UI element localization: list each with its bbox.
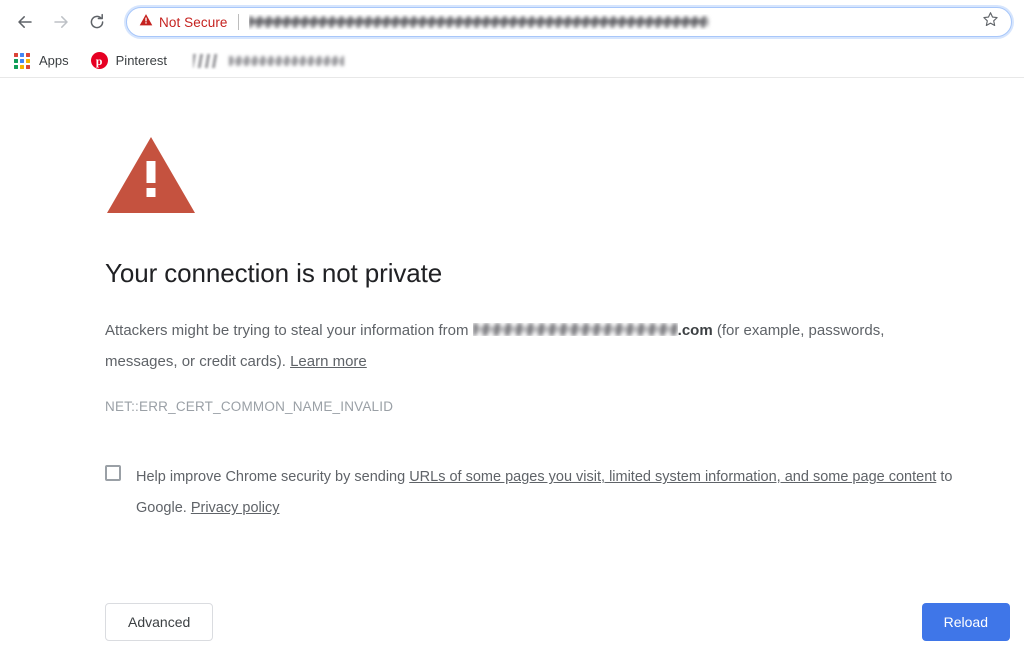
hostname-redacted: [472, 323, 678, 337]
favicon-redacted: [192, 53, 219, 68]
security-status[interactable]: Not Secure: [139, 13, 228, 32]
ssl-interstitial: Your connection is not private Attackers…: [105, 135, 980, 524]
error-description-lead: Attackers might be trying to steal your …: [105, 322, 473, 340]
bookmark-redacted[interactable]: [189, 49, 357, 73]
learn-more-link[interactable]: Learn more: [290, 353, 367, 370]
redaction-blur: [248, 16, 709, 28]
pinterest-icon: p: [90, 52, 108, 69]
page-content: Your connection is not private Attackers…: [0, 78, 1024, 662]
bookmark-apps[interactable]: Apps: [14, 49, 77, 73]
optin-prefix: Help improve Chrome security by sending: [136, 469, 410, 486]
error-code: NET::ERR_CERT_COMMON_NAME_INVALID: [105, 399, 394, 415]
omnibox-separator: [237, 14, 239, 30]
forward-button[interactable]: [46, 7, 76, 37]
bookmark-label-redacted: [228, 55, 344, 66]
interstitial-actions: Advanced Reload: [105, 603, 1010, 641]
safe-browsing-optin-text: Help improve Chrome security by sending …: [136, 462, 980, 524]
star-outline-icon: [982, 11, 999, 33]
bookmarks-bar: Apps p Pinterest: [0, 44, 1024, 78]
reload-icon: [87, 12, 107, 32]
safe-browsing-checkbox[interactable]: [105, 465, 121, 482]
safe-browsing-optin[interactable]: Help improve Chrome security by sending …: [105, 462, 980, 524]
bookmark-redacted-content: [189, 52, 349, 70]
address-bar[interactable]: Not Secure: [126, 7, 1012, 37]
bookmark-pinterest-label: Pinterest: [115, 53, 167, 68]
error-triangle-icon: [105, 135, 980, 220]
advanced-button[interactable]: Advanced: [105, 603, 214, 641]
browser-chrome: Not Secure Apps p Pinterest: [0, 0, 1024, 78]
url-text-redacted[interactable]: [248, 14, 973, 30]
page-title: Your connection is not private: [105, 258, 443, 288]
back-button[interactable]: [10, 7, 40, 37]
error-description: Attackers might be trying to steal your …: [105, 315, 930, 377]
arrow-right-icon: [51, 12, 71, 32]
bookmark-star-button[interactable]: [979, 11, 1001, 33]
apps-grid-icon: [14, 52, 30, 69]
privacy-policy-link[interactable]: Privacy policy: [191, 500, 280, 516]
reload-page-button[interactable]: Reload: [921, 603, 1010, 641]
warning-triangle-icon: [139, 13, 153, 32]
bookmark-apps-label: Apps: [39, 53, 69, 68]
optin-details-link[interactable]: URLs of some pages you visit, limited sy…: [409, 469, 936, 485]
browser-toolbar: Not Secure: [0, 0, 1024, 44]
hostname-tld: .com: [677, 322, 713, 340]
bookmark-pinterest[interactable]: p Pinterest: [90, 49, 175, 73]
arrow-left-icon: [15, 12, 35, 32]
reload-button[interactable]: [82, 7, 112, 37]
not-secure-label: Not Secure: [159, 14, 228, 30]
